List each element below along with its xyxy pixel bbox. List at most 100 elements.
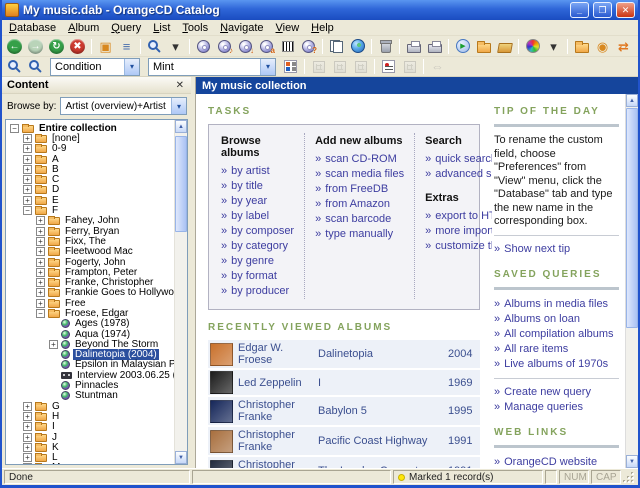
task-link-quick-search[interactable]: » quick search xyxy=(425,152,492,167)
tree-item-m[interactable]: +M xyxy=(8,462,173,464)
tree-scroll-thumb[interactable] xyxy=(175,136,187,232)
task-link-export-to-html[interactable]: »export to HTML xyxy=(425,209,492,224)
album-covers-icon[interactable]: ▣ xyxy=(96,37,115,55)
freedb-download-icon[interactable]: ↓ xyxy=(236,37,255,55)
tree-item-0-9[interactable]: +0-9 xyxy=(8,143,173,154)
tree-expander-icon[interactable]: + xyxy=(36,298,45,308)
menu-help[interactable]: Help xyxy=(305,21,340,35)
sort-options-icon[interactable] xyxy=(281,58,300,76)
tree-item-k[interactable]: + K xyxy=(8,442,173,453)
tree-item-f[interactable]: − F xyxy=(8,205,173,216)
menu-album[interactable]: Album xyxy=(62,21,105,35)
find-cd-icon[interactable]: ? xyxy=(299,37,318,55)
track-list-icon[interactable]: ≡ xyxy=(117,37,136,55)
task-link-by-producer[interactable]: » by producer xyxy=(221,284,294,299)
tree-item-c[interactable]: + C xyxy=(8,174,173,185)
tree-expander-icon[interactable]: + xyxy=(23,133,32,143)
tree-expander-icon[interactable]: + xyxy=(23,432,32,442)
scan-cdrom-icon[interactable] xyxy=(194,37,213,55)
minimize-button[interactable]: _ xyxy=(570,2,589,18)
task-link-by-format[interactable]: » by format xyxy=(221,269,294,284)
tree-item-aqua-1974[interactable]: Aqua (1974) xyxy=(8,329,173,340)
tree-expander-icon[interactable]: + xyxy=(23,453,32,463)
loan-icon[interactable] xyxy=(495,37,514,55)
tree-item-interview-2003-06-25-2003[interactable]: Interview 2003.06.25 (2003) xyxy=(8,370,187,381)
tree-item-froese-edgar[interactable]: − Froese, Edgar xyxy=(8,308,173,319)
tree-expander-icon[interactable]: + xyxy=(23,411,32,421)
tree-item-ages-1978[interactable]: Ages (1978) xyxy=(8,318,173,329)
stop-icon[interactable]: ✖ xyxy=(68,37,87,55)
task-link-advanced-search[interactable]: »advanced search xyxy=(425,167,492,182)
close-panel-icon[interactable]: ✕ xyxy=(174,80,186,91)
task-link-by-artist[interactable]: » by artist xyxy=(221,164,294,179)
tree-expander-icon[interactable]: + xyxy=(36,288,45,298)
tree-item-epsilon-in-malaysian-pale[interactable]: Epsilon in Malaysian Pale xyxy=(8,359,187,370)
tree-item-dalinetopia-2004[interactable]: Dalinetopia (2004) xyxy=(8,349,173,361)
sync-icon[interactable]: ⇄ xyxy=(614,37,633,55)
tree-item-ferry-bryan[interactable]: + Ferry, Bryan xyxy=(8,226,173,237)
task-link-from-amazon[interactable]: » from Amazon xyxy=(315,197,404,212)
tree-expander-icon[interactable]: − xyxy=(23,206,32,216)
tree-item-l[interactable]: + L xyxy=(8,452,173,463)
album-row-pacific-coast-highway[interactable]: Christopher Franke Pacific Coast Highway 1… xyxy=(208,427,480,455)
task-link-scan-barcode[interactable]: » scan barcode xyxy=(315,212,404,227)
tree-expander-icon[interactable]: + xyxy=(23,175,32,185)
tree-expander-icon[interactable]: + xyxy=(36,278,45,288)
tree-item-h[interactable]: + H xyxy=(8,411,173,422)
tree-item-beyond-the-storm[interactable]: + Beyond The Storm xyxy=(8,339,173,350)
tree-expander-icon[interactable]: − xyxy=(36,308,45,318)
tree-expander-icon[interactable]: + xyxy=(36,267,45,277)
sidebar-link-all-compilation-albums[interactable]: » All compilation albums xyxy=(494,327,619,342)
tree-item-fleetwood-mac[interactable]: + Fleetwood Mac xyxy=(8,246,173,257)
tree-item-g[interactable]: + G xyxy=(8,401,173,412)
tree-scrollbar[interactable]: ▲ ▼ xyxy=(174,120,187,464)
search-icon[interactable] xyxy=(145,37,164,55)
backup-icon[interactable] xyxy=(572,37,591,55)
tree-expander-icon[interactable]: + xyxy=(23,401,32,411)
tree-item-frampton-peter[interactable]: + Frampton, Peter xyxy=(8,267,173,278)
forward-icon[interactable]: → xyxy=(26,37,45,55)
album-row-dalinetopia[interactable]: Edgar W. Froese Dalinetopia 2004 xyxy=(208,340,480,368)
scroll-up-icon[interactable]: ▲ xyxy=(626,94,638,107)
advanced-search-icon[interactable] xyxy=(26,58,45,76)
maximize-button[interactable]: ❐ xyxy=(593,2,612,18)
tree-expander-icon[interactable]: + xyxy=(36,236,45,246)
dropdown-arrow-icon[interactable]: ▾ xyxy=(260,58,275,75)
color-scheme-icon[interactable] xyxy=(523,37,542,55)
scroll-down-icon[interactable]: ▼ xyxy=(175,451,187,464)
task-link-type-manually[interactable]: » type manually xyxy=(315,227,404,242)
scan-barcode-icon[interactable] xyxy=(278,37,297,55)
search-dropdown-icon[interactable]: ▾ xyxy=(166,37,185,55)
task-link-by-genre[interactable]: » by genre xyxy=(221,254,294,269)
main-scrollbar[interactable]: ▲ ▼ xyxy=(625,94,638,468)
album-row-babylon-5[interactable]: Christopher Franke Babylon 5 1995 xyxy=(208,397,480,425)
scroll-up-icon[interactable]: ▲ xyxy=(175,120,187,133)
tree-item-a[interactable]: + A xyxy=(8,154,173,165)
sidebar-link-live-albums-of-1970s[interactable]: » Live albums of 1970s xyxy=(494,357,619,372)
tree-expander-icon[interactable]: + xyxy=(49,339,58,349)
field-chooser-icon[interactable] xyxy=(379,58,398,76)
dropdown-arrow-icon[interactable]: ▾ xyxy=(124,58,139,75)
tree-item-pinnacles[interactable]: Pinnacles xyxy=(8,380,173,391)
play-icon[interactable] xyxy=(453,37,472,55)
task-link-by-label[interactable]: » by label xyxy=(221,209,294,224)
web-browser-icon[interactable] xyxy=(348,37,367,55)
tree-expander-icon[interactable]: + xyxy=(23,144,32,154)
tree-expander-icon[interactable]: + xyxy=(23,195,32,205)
tree-item-d[interactable]: + D xyxy=(8,184,173,195)
sidebar-link-create-new-query[interactable]: » Create new query xyxy=(494,385,619,400)
tree-item-b[interactable]: + B xyxy=(8,164,173,175)
menu-navigate[interactable]: Navigate xyxy=(214,21,269,35)
tree-item-none[interactable]: + [none] xyxy=(8,133,173,144)
sidebar-link-all-rare-items[interactable]: » All rare items xyxy=(494,342,619,357)
tree-item-frankie-goes-to-hollywood[interactable]: + Frankie Goes to Hollywood xyxy=(8,287,185,298)
close-button[interactable]: ✕ xyxy=(616,2,635,18)
tree-expander-icon[interactable]: + xyxy=(23,442,32,452)
task-link-scan-cd-rom[interactable]: » scan CD-ROM xyxy=(315,152,404,167)
amazon-download-icon[interactable]: a xyxy=(257,37,276,55)
condition-value-combo[interactable]: Mint ▾ xyxy=(148,57,276,76)
tree-expander-icon[interactable]: + xyxy=(36,216,45,226)
main-scroll-thumb[interactable] xyxy=(626,108,638,328)
album-row-the-london-concert[interactable]: Christopher FrankeThe London Concert1991 xyxy=(208,457,480,468)
dropdown-arrow-icon[interactable]: ▾ xyxy=(171,98,186,114)
